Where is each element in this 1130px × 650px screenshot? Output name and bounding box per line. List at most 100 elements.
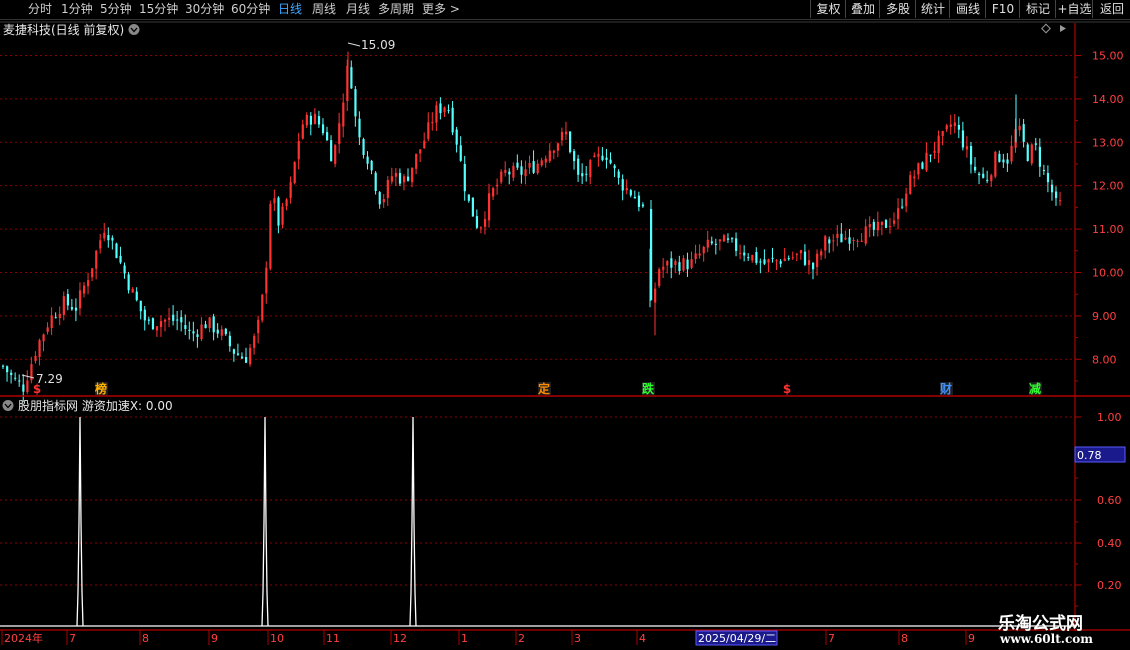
period-tab-4[interactable]: 30分钟 — [185, 0, 224, 19]
candle — [504, 161, 507, 177]
candle — [641, 202, 645, 208]
candle-body — [1006, 159, 1009, 164]
candle-body — [95, 250, 98, 269]
candle — [949, 114, 952, 135]
candle-body — [601, 155, 604, 160]
candle-body — [763, 259, 766, 264]
candle — [893, 212, 896, 227]
candle-body — [455, 129, 458, 145]
period-tab-8[interactable]: 月线 — [346, 0, 370, 19]
candle-body — [888, 226, 892, 228]
candle-body — [828, 239, 831, 244]
event-marker[interactable]: 定 — [538, 381, 551, 396]
candle-body — [564, 131, 568, 135]
candle — [334, 144, 337, 168]
candle-body — [212, 316, 215, 333]
candle-body — [245, 357, 248, 363]
event-marker[interactable]: 财 — [939, 381, 953, 396]
candle — [743, 245, 746, 262]
toolbar-button-1[interactable]: 叠加 — [845, 0, 880, 18]
candle — [42, 333, 45, 352]
toolbar-button-3[interactable]: 统计 — [915, 0, 950, 18]
toolbar-button-4[interactable]: 画线 — [949, 0, 986, 18]
candle — [155, 325, 159, 337]
candle-body — [508, 171, 511, 175]
candle-body — [743, 252, 746, 256]
candle-body — [127, 274, 130, 291]
chevron-down-icon[interactable] — [2, 400, 14, 411]
candle — [621, 174, 624, 201]
candle-body — [22, 384, 25, 392]
toolbar-button-2[interactable]: 多股 — [879, 0, 916, 18]
event-marker-label: 减 — [1029, 381, 1041, 396]
candle — [228, 331, 231, 352]
event-marker[interactable]: 减 — [1029, 381, 1042, 396]
candle — [370, 159, 373, 175]
candle — [986, 170, 989, 184]
candle-body — [338, 123, 341, 144]
event-marker-label: $ — [33, 382, 41, 396]
event-marker[interactable]: $ — [783, 382, 791, 396]
candle — [747, 253, 750, 261]
candle — [66, 289, 69, 311]
candle — [1059, 191, 1062, 206]
play-icon[interactable] — [1060, 25, 1066, 32]
period-tab-3[interactable]: 15分钟 — [139, 0, 178, 19]
period-tab-5[interactable]: 60分钟 — [231, 0, 270, 19]
period-tab-7[interactable]: 周线 — [312, 0, 336, 19]
candle — [83, 282, 86, 298]
candle-body — [184, 325, 187, 330]
candle — [901, 198, 904, 210]
candle-body — [10, 372, 13, 376]
candle-body — [597, 153, 600, 157]
candle-body — [637, 195, 641, 207]
candle — [46, 322, 49, 335]
period-tab-9[interactable]: 多周期 — [378, 0, 414, 19]
cursor-date: 2025/04/29/二 — [698, 632, 776, 645]
candle-body — [735, 238, 738, 251]
candle-body — [605, 157, 608, 160]
period-tab-1[interactable]: 1分钟 — [61, 0, 93, 19]
toolbar-button-5[interactable]: F10 — [985, 0, 1020, 18]
price-tick-label: 11.00 — [1092, 223, 1124, 236]
candle-body — [265, 267, 268, 294]
period-tab-2[interactable]: 5分钟 — [100, 0, 132, 19]
candle — [164, 318, 167, 332]
candle-body — [378, 192, 381, 205]
date-label: 4 — [639, 632, 646, 645]
toolbar-button-8[interactable]: 返回 — [1092, 0, 1130, 18]
candle — [917, 162, 920, 180]
chevron-down-icon[interactable] — [128, 24, 140, 35]
candle-body — [269, 204, 272, 269]
candle — [398, 168, 402, 187]
candle-body — [26, 380, 29, 393]
candle-body — [176, 319, 179, 321]
candle — [402, 174, 406, 191]
period-tab-6[interactable]: 日线 — [278, 0, 302, 19]
toolbar-button-0[interactable]: 复权 — [810, 0, 846, 18]
candle — [1042, 164, 1046, 176]
candle-body — [87, 280, 90, 287]
event-marker[interactable]: 榜 — [95, 381, 108, 396]
candle — [512, 162, 515, 182]
period-tab-10[interactable]: 更多 > — [422, 0, 460, 19]
toolbar-button-7[interactable]: +自选 — [1055, 0, 1093, 18]
date-label: 2024年 — [4, 631, 43, 645]
candle — [168, 307, 171, 328]
event-marker[interactable]: 跌 — [642, 381, 655, 396]
candle — [411, 167, 414, 188]
candle — [317, 110, 321, 128]
period-tab-0[interactable]: 分时 — [28, 0, 52, 19]
high-pointer — [347, 42, 361, 47]
candle-body — [1055, 191, 1058, 199]
toolbar-button-6[interactable]: 标记 — [1019, 0, 1056, 18]
diamond-icon[interactable] — [1041, 23, 1051, 34]
candle-body — [289, 182, 292, 198]
candle-body — [726, 238, 730, 240]
candle-body — [151, 318, 155, 330]
candle-body — [536, 163, 539, 174]
candle — [532, 150, 535, 175]
candle-body — [281, 206, 284, 225]
event-marker[interactable]: $ — [33, 382, 41, 396]
candle-body — [159, 321, 163, 328]
